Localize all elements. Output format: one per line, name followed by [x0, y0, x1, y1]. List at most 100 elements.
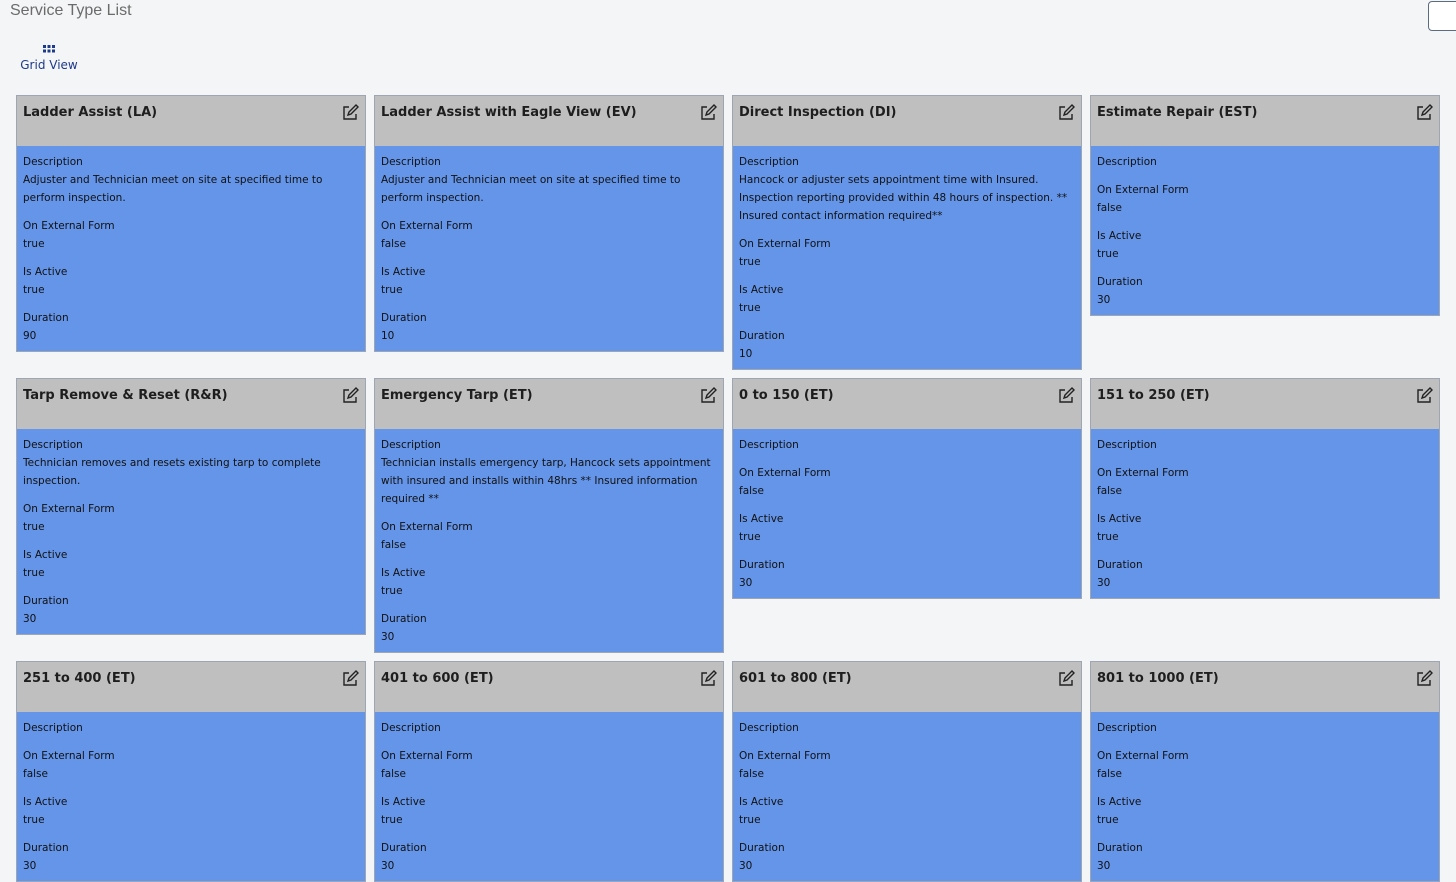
service-type-card: Ladder Assist with Eagle View (EV) Descr…: [374, 95, 724, 352]
is-active-value: true: [1097, 248, 1119, 260]
card-body: Description On External Form false Is Act…: [1091, 429, 1439, 598]
is-active-value: true: [381, 814, 403, 826]
page-title: Service Type List: [10, 2, 132, 19]
duration-label: Duration: [739, 842, 785, 854]
on-external-form-label: On External Form: [1097, 750, 1189, 762]
edit-icon[interactable]: [1415, 387, 1433, 405]
is-active-label: Is Active: [739, 284, 784, 296]
description-label: Description: [1097, 722, 1157, 734]
is-active-value: true: [23, 567, 45, 579]
is-active-label: Is Active: [381, 266, 426, 278]
grid-view-button[interactable]: Grid View: [20, 44, 78, 72]
card-header: 151 to 250 (ET): [1091, 379, 1439, 429]
duration-value: 10: [739, 348, 753, 360]
card-header: 251 to 400 (ET): [17, 662, 365, 712]
on-external-form-value: false: [23, 768, 48, 780]
edit-icon[interactable]: [1415, 670, 1433, 688]
card-body: Description Technician installs emergency…: [375, 429, 723, 652]
description-label: Description: [1097, 156, 1157, 168]
edit-icon[interactable]: [1415, 104, 1433, 122]
duration-value: 30: [1097, 294, 1111, 306]
card-title: 251 to 400 (ET): [23, 671, 136, 686]
description-label: Description: [23, 156, 83, 168]
on-external-form-label: On External Form: [739, 467, 831, 479]
duration-value: 90: [23, 330, 37, 342]
service-type-grid: Ladder Assist (LA) Description Adjuster a…: [16, 95, 1440, 882]
description-label: Description: [739, 439, 799, 451]
card-title: 801 to 1000 (ET): [1097, 671, 1219, 686]
card-body: Description On External Form false Is Act…: [1091, 712, 1439, 881]
is-active-label: Is Active: [23, 266, 68, 278]
is-active-label: Is Active: [381, 567, 426, 579]
is-active-value: true: [381, 585, 403, 597]
is-active-value: true: [739, 302, 761, 314]
card-header: 401 to 600 (ET): [375, 662, 723, 712]
service-type-card: Direct Inspection (DI) Description Hancoc…: [732, 95, 1082, 370]
duration-label: Duration: [1097, 559, 1143, 571]
duration-value: 30: [381, 631, 395, 643]
is-active-label: Is Active: [1097, 513, 1142, 525]
service-type-card: Estimate Repair (EST) Description On Ext…: [1090, 95, 1440, 316]
on-external-form-label: On External Form: [1097, 184, 1189, 196]
card-title: 601 to 800 (ET): [739, 671, 852, 686]
duration-value: 30: [381, 860, 395, 872]
card-title: Estimate Repair (EST): [1097, 105, 1258, 120]
card-body: Description Adjuster and Technician meet …: [17, 146, 365, 351]
edit-icon[interactable]: [699, 387, 717, 405]
duration-label: Duration: [739, 559, 785, 571]
on-external-form-value: false: [1097, 485, 1122, 497]
description-label: Description: [381, 722, 441, 734]
card-body: Description On External Form false Is Act…: [17, 712, 365, 881]
card-title: Ladder Assist with Eagle View (EV): [381, 105, 637, 120]
duration-label: Duration: [739, 330, 785, 342]
description-label: Description: [381, 156, 441, 168]
card-body: Description On External Form false Is Act…: [733, 712, 1081, 881]
card-body: Description On External Form false Is Act…: [1091, 146, 1439, 315]
service-type-card: 401 to 600 (ET) Description On External …: [374, 661, 724, 882]
description-value: Adjuster and Technician meet on site at …: [23, 174, 323, 204]
card-body: Description Technician removes and resets…: [17, 429, 365, 634]
top-right-button[interactable]: [1428, 1, 1456, 31]
edit-icon[interactable]: [699, 670, 717, 688]
duration-value: 30: [23, 613, 37, 625]
duration-label: Duration: [1097, 276, 1143, 288]
service-type-card: 801 to 1000 (ET) Description On External…: [1090, 661, 1440, 882]
service-type-card: 0 to 150 (ET) Description On External Fo…: [732, 378, 1082, 599]
is-active-value: true: [381, 284, 403, 296]
description-value: Technician installs emergency tarp, Hanc…: [381, 457, 711, 505]
edit-icon[interactable]: [699, 104, 717, 122]
on-external-form-label: On External Form: [1097, 467, 1189, 479]
description-label: Description: [1097, 439, 1157, 451]
card-title: 401 to 600 (ET): [381, 671, 494, 686]
card-title: Emergency Tarp (ET): [381, 388, 533, 403]
duration-value: 30: [739, 577, 753, 589]
edit-icon[interactable]: [341, 387, 359, 405]
on-external-form-label: On External Form: [381, 220, 473, 232]
description-value: Adjuster and Technician meet on site at …: [381, 174, 681, 204]
duration-label: Duration: [1097, 842, 1143, 854]
card-title: Tarp Remove & Reset (R&R): [23, 388, 228, 403]
edit-icon[interactable]: [1057, 670, 1075, 688]
is-active-label: Is Active: [23, 549, 68, 561]
is-active-label: Is Active: [23, 796, 68, 808]
edit-icon[interactable]: [1057, 387, 1075, 405]
description-label: Description: [739, 156, 799, 168]
on-external-form-label: On External Form: [23, 220, 115, 232]
edit-icon[interactable]: [1057, 104, 1075, 122]
card-header: Emergency Tarp (ET): [375, 379, 723, 429]
service-type-card: Tarp Remove & Reset (R&R) Description Tec…: [16, 378, 366, 635]
on-external-form-label: On External Form: [23, 503, 115, 515]
is-active-value: true: [23, 814, 45, 826]
card-header: 801 to 1000 (ET): [1091, 662, 1439, 712]
is-active-label: Is Active: [739, 796, 784, 808]
is-active-value: true: [739, 814, 761, 826]
edit-icon[interactable]: [341, 104, 359, 122]
duration-value: 10: [381, 330, 395, 342]
on-external-form-value: false: [381, 539, 406, 551]
card-title: Direct Inspection (DI): [739, 105, 897, 120]
duration-value: 30: [739, 860, 753, 872]
on-external-form-value: true: [23, 521, 45, 533]
is-active-value: true: [739, 531, 761, 543]
edit-icon[interactable]: [341, 670, 359, 688]
card-header: Ladder Assist with Eagle View (EV): [375, 96, 723, 146]
